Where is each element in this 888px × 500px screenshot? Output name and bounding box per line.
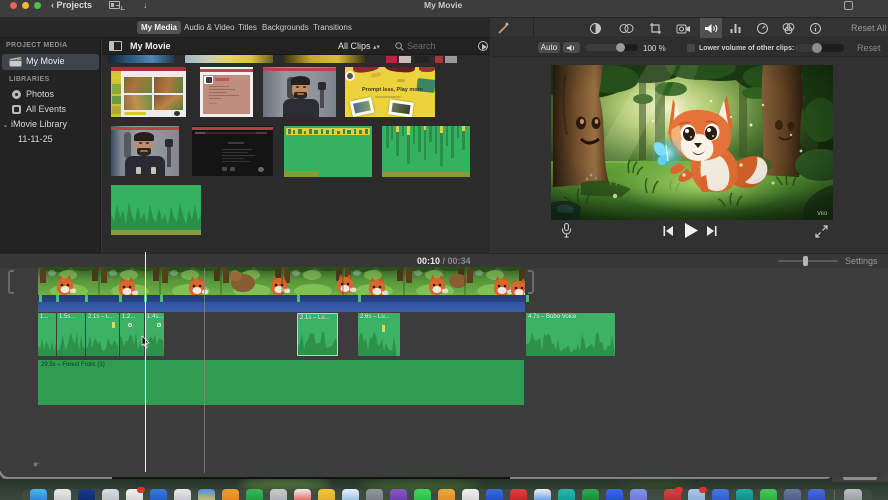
svg-text:Veo: Veo bbox=[817, 211, 828, 217]
